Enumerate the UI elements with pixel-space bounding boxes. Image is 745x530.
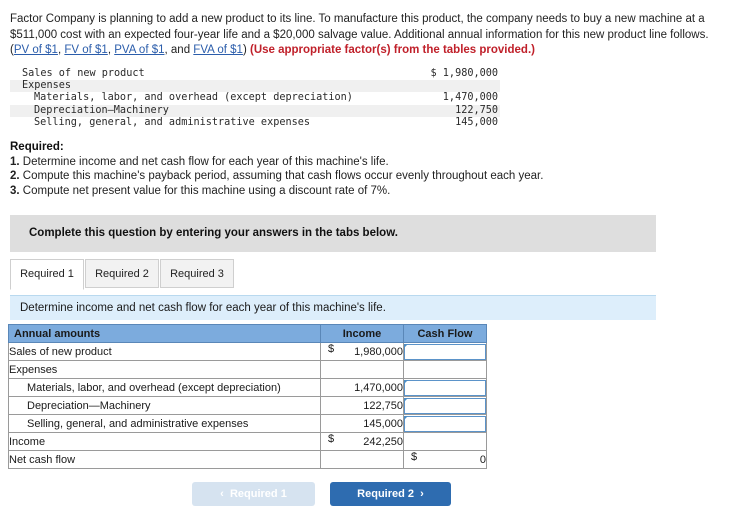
- row-label: Sales of new product: [8, 342, 321, 361]
- required-item-text: Determine income and net cash flow for e…: [19, 155, 389, 168]
- income-value: 145,000: [363, 417, 403, 430]
- cash-flow-input[interactable]: [404, 397, 486, 414]
- annual-info-amount: 1,470,000: [442, 92, 498, 104]
- tab-required-2[interactable]: Required 2: [85, 259, 159, 288]
- tab-info-bar: Determine income and net cash flow for e…: [10, 295, 656, 320]
- net-cash-flow-value: 0: [479, 453, 486, 466]
- income-cell: $1,980,000: [320, 342, 404, 361]
- annual-info-amount: $ 1,980,000: [430, 68, 498, 79]
- required-section: Required: 1. Determine income and net ca…: [10, 140, 710, 198]
- previous-requirement-label: Required 1: [229, 488, 287, 500]
- income-cell: 145,000: [320, 414, 404, 433]
- annual-info-label: Expenses: [22, 80, 72, 92]
- income-value: 242,250: [363, 435, 403, 448]
- table-row: Income $242,250: [8, 432, 487, 451]
- table-header-row: Annual amounts Income Cash Flow: [8, 324, 487, 343]
- income-cell: 122,750: [320, 396, 404, 415]
- annual-info-label: Materials, labor, and overhead (except d…: [34, 92, 353, 104]
- tab-required-3[interactable]: Required 3: [160, 259, 234, 288]
- annual-info-label: Depreciation—Machinery: [34, 104, 169, 116]
- annual-info-label: Sales of new product: [22, 68, 145, 79]
- row-label: Depreciation—Machinery: [8, 396, 321, 415]
- required-item-text: Compute this machine's payback period, a…: [19, 170, 544, 182]
- cash-flow-input-cell[interactable]: [403, 378, 487, 397]
- required-item-number: 1.: [10, 155, 20, 168]
- required-item: 1. Determine income and net cash flow fo…: [10, 155, 710, 170]
- chevron-right-icon: ›: [420, 488, 424, 500]
- income-cell: 1,470,000: [320, 378, 404, 397]
- annual-information-block: Sales of new product $ 1,980,000 Expenses M…: [10, 68, 500, 129]
- row-label: Income: [8, 432, 321, 451]
- table-row: Depreciation—Machinery 122,750: [8, 396, 487, 415]
- table-row: Net cash flow $0: [8, 450, 487, 469]
- income-value: 122,750: [363, 399, 403, 412]
- row-label: Selling, general, and administrative exp…: [8, 414, 321, 433]
- annual-info-row: Expenses: [10, 80, 500, 93]
- income-cell: [320, 450, 404, 469]
- intro-sep3: , and: [164, 44, 194, 56]
- income-value: 1,980,000: [354, 345, 403, 358]
- annual-info-label: Selling, general, and administrative exp…: [34, 116, 311, 128]
- row-label: Expenses: [8, 360, 321, 379]
- annual-info-row: Materials, labor, and overhead (except d…: [10, 92, 500, 104]
- next-requirement-label: Required 2: [357, 488, 415, 500]
- requirement-tabs: Required 1 Required 2 Required 3: [10, 259, 656, 291]
- tab-required-1[interactable]: Required 1: [10, 259, 84, 290]
- row-label: Net cash flow: [8, 450, 321, 469]
- cash-flow-input-cell[interactable]: [403, 342, 487, 361]
- annual-info-row: Sales of new product $ 1,980,000: [10, 68, 500, 80]
- required-item: 2. Compute this machine's payback period…: [10, 169, 710, 184]
- instruction-bar: Complete this question by entering your …: [10, 215, 656, 252]
- annual-info-amount: 145,000: [455, 116, 498, 128]
- cash-flow-empty-cell: [403, 432, 487, 451]
- table-row: Expenses: [8, 360, 487, 379]
- required-item: 3. Compute net present value for this ma…: [10, 184, 710, 199]
- dollar-sign: $: [328, 343, 335, 355]
- problem-statement: Factor Company is planning to add a new …: [10, 12, 720, 59]
- use-factors-note: (Use appropriate factor(s) from the tabl…: [249, 44, 535, 56]
- previous-requirement-button[interactable]: ‹ Required 1: [192, 482, 315, 506]
- income-cell: [320, 360, 404, 379]
- column-header-cash-flow: Cash Flow: [403, 324, 487, 343]
- answer-table: Annual amounts Income Cash Flow Sales of…: [8, 324, 487, 469]
- instruction-text: Complete this question by entering your …: [29, 227, 398, 239]
- table-row: Sales of new product $1,980,000: [8, 342, 487, 361]
- row-label: Materials, labor, and overhead (except d…: [8, 378, 321, 397]
- intro-text-part2: ): [242, 44, 250, 56]
- column-header-income: Income: [320, 324, 404, 343]
- chevron-left-icon: ‹: [220, 488, 224, 500]
- dollar-sign: $: [411, 451, 418, 463]
- cash-flow-empty-cell: [403, 360, 487, 379]
- required-item-text: Compute net present value for this machi…: [19, 184, 391, 197]
- cash-flow-input[interactable]: [404, 343, 486, 360]
- income-value: 1,470,000: [354, 381, 403, 394]
- table-row: Selling, general, and administrative exp…: [8, 414, 487, 433]
- cash-flow-input[interactable]: [404, 415, 486, 432]
- link-fv-of-1[interactable]: FV of $1: [64, 44, 107, 56]
- table-row: Materials, labor, and overhead (except d…: [8, 378, 487, 397]
- annual-info-row: Depreciation—Machinery 122,750: [10, 104, 500, 117]
- cash-flow-input-cell[interactable]: [403, 396, 487, 415]
- net-cash-flow-total-cell: $0: [403, 450, 487, 469]
- income-cell: $242,250: [320, 432, 404, 451]
- dollar-sign: $: [328, 433, 335, 445]
- column-header-annual-amounts: Annual amounts: [8, 324, 321, 343]
- annual-info-row: Selling, general, and administrative exp…: [10, 117, 500, 129]
- next-requirement-button[interactable]: Required 2 ›: [330, 482, 451, 506]
- required-item-number: 2.: [10, 170, 20, 182]
- required-heading: Required:: [10, 141, 64, 153]
- link-pva-of-1[interactable]: PVA of $1: [114, 44, 164, 56]
- cash-flow-input-cell[interactable]: [403, 414, 487, 433]
- required-item-number: 3.: [10, 184, 20, 197]
- link-fva-of-1[interactable]: FVA of $1: [193, 44, 243, 56]
- link-pv-of-1[interactable]: PV of $1: [14, 44, 58, 56]
- tab-info-text: Determine income and net cash flow for e…: [20, 302, 386, 314]
- annual-info-amount: 122,750: [455, 104, 498, 116]
- cash-flow-input[interactable]: [404, 379, 486, 396]
